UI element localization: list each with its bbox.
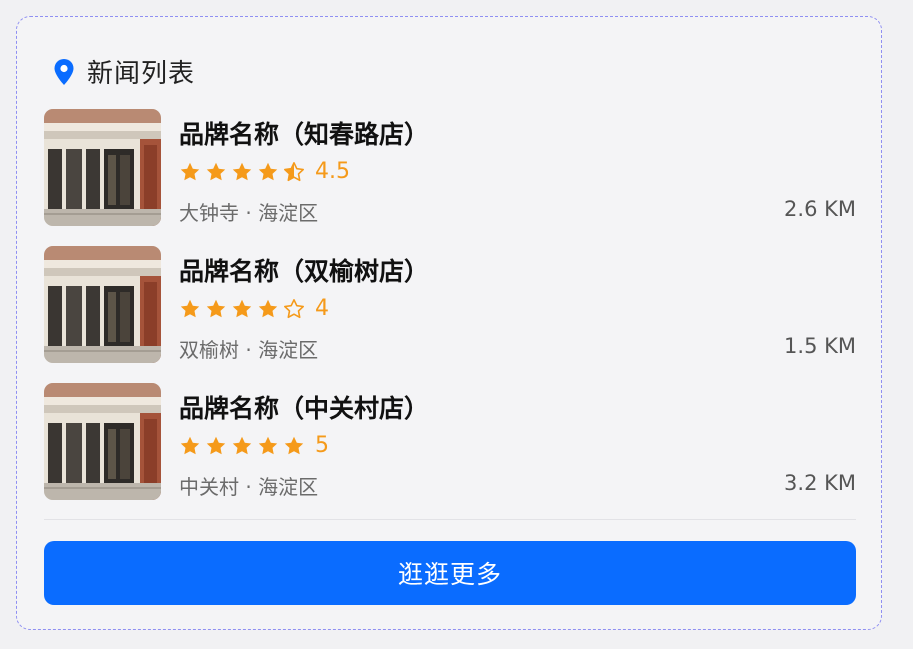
news-list-card: 新闻列表 品牌名称（知春路店） 4.5 大钟寺 · 海淀区 2.6 KM 品牌名… [16,16,882,630]
star-filled-icon [206,436,226,454]
store-name: 品牌名称（知春路店） [179,120,430,149]
star-rating: 4 [179,296,329,321]
star-filled-icon [258,299,278,317]
store-location: 大钟寺 · 海淀区 [179,201,319,225]
store-name: 品牌名称（双榆树店） [179,257,430,286]
star-filled-icon [206,162,226,180]
card-title: 新闻列表 [87,59,196,89]
star-filled-icon [258,436,278,454]
star-filled-icon [258,162,278,180]
star-filled-icon [284,436,304,454]
store-location: 中关村 · 海淀区 [179,475,319,499]
store-distance: 3.2 KM [784,471,856,495]
store-distance: 1.5 KM [784,334,856,358]
star-icons [179,298,309,320]
star-icons [179,161,309,183]
star-filled-icon [232,162,252,180]
card-header: 新闻列表 [53,53,195,90]
star-icons [179,435,309,457]
store-list-item[interactable]: 品牌名称（知春路店） 4.5 大钟寺 · 海淀区 2.6 KM [44,109,856,227]
store-thumbnail [44,109,161,226]
rating-score: 4 [315,296,329,321]
store-thumbnail [44,246,161,363]
star-filled-icon [180,299,200,317]
store-list-item[interactable]: 品牌名称（双榆树店） 4 双榆树 · 海淀区 1.5 KM [44,246,856,364]
star-empty-icon [284,298,304,318]
explore-more-button[interactable]: 逛逛更多 [44,541,856,605]
star-filled-icon [180,436,200,454]
star-rating: 4.5 [179,159,350,184]
star-filled-icon [232,299,252,317]
store-location: 双榆树 · 海淀区 [179,338,319,362]
store-list-item[interactable]: 品牌名称（中关村店） 5 中关村 · 海淀区 3.2 KM [44,383,856,501]
rating-score: 4.5 [315,159,350,184]
star-filled-icon [180,162,200,180]
divider [44,519,856,520]
store-name: 品牌名称（中关村店） [179,394,430,423]
star-filled-icon [206,299,226,317]
store-thumbnail [44,383,161,500]
star-rating: 5 [179,433,329,458]
rating-score: 5 [315,433,329,458]
store-distance: 2.6 KM [784,197,856,221]
star-filled-icon [232,436,252,454]
star-half-icon [284,161,304,181]
location-pin-icon [54,58,74,85]
